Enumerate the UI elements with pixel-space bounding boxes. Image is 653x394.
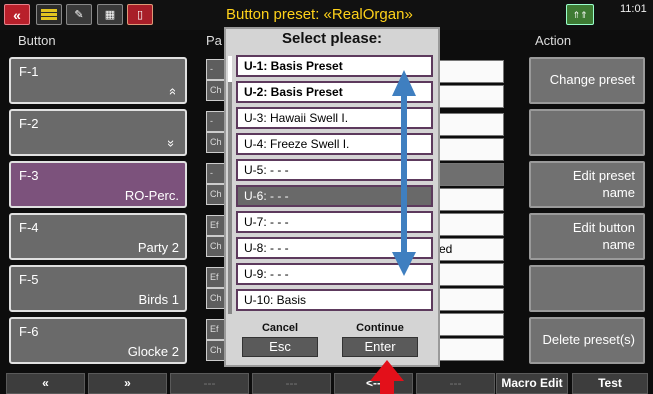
red-pointer-arrow-icon: [370, 360, 404, 394]
